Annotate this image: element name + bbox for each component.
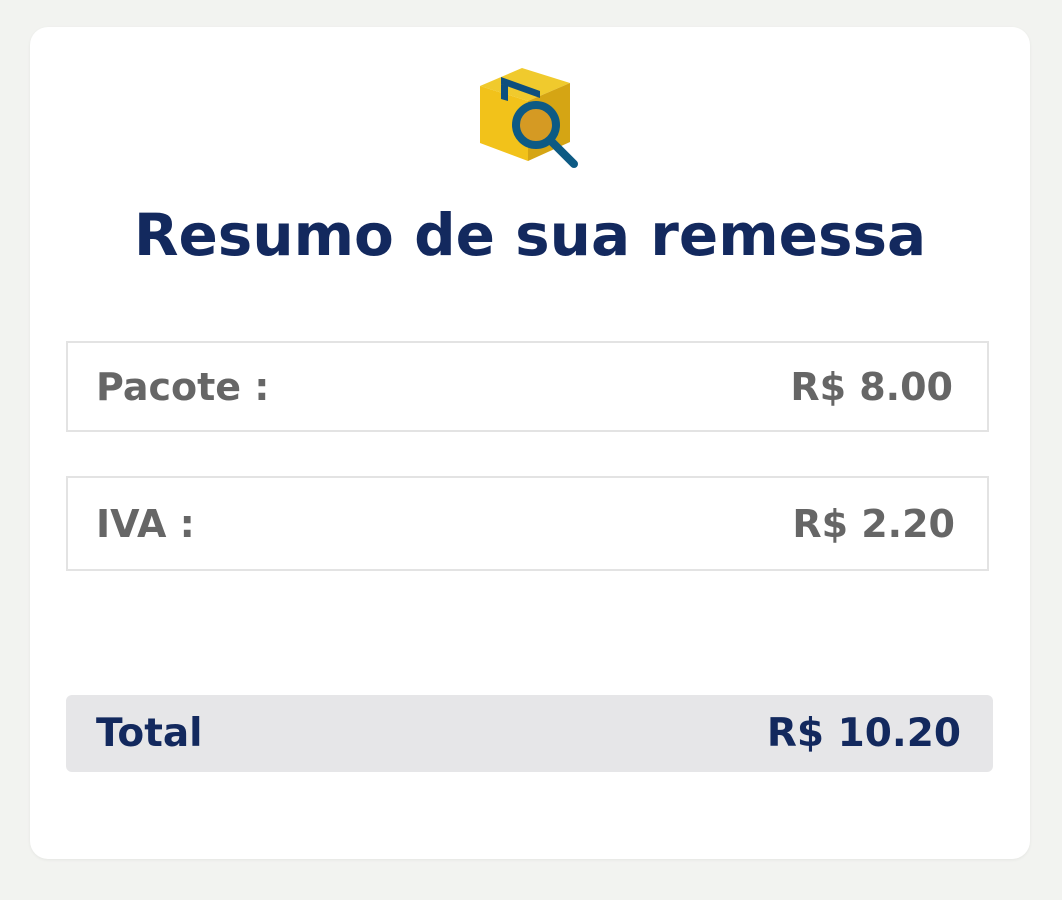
page-title: Resumo de sua remessa <box>133 201 927 269</box>
summary-row-package: Pacote : R$ 8.00 <box>66 341 989 432</box>
summary-row-value: R$ 8.00 <box>790 364 953 409</box>
summary-row-label: IVA : <box>96 501 195 546</box>
summary-total-value: R$ 10.20 <box>766 711 961 756</box>
summary-total-row: Total R$ 10.20 <box>66 695 993 772</box>
summary-row-vat: IVA : R$ 2.20 <box>66 476 989 571</box>
summary-row-label: Pacote : <box>96 364 270 409</box>
summary-total-label: Total <box>96 711 203 756</box>
summary-row-value: R$ 2.20 <box>792 501 955 546</box>
package-search-icon <box>470 63 590 179</box>
shipment-summary-card: Resumo de sua remessa Pacote : R$ 8.00 I… <box>30 27 1030 859</box>
